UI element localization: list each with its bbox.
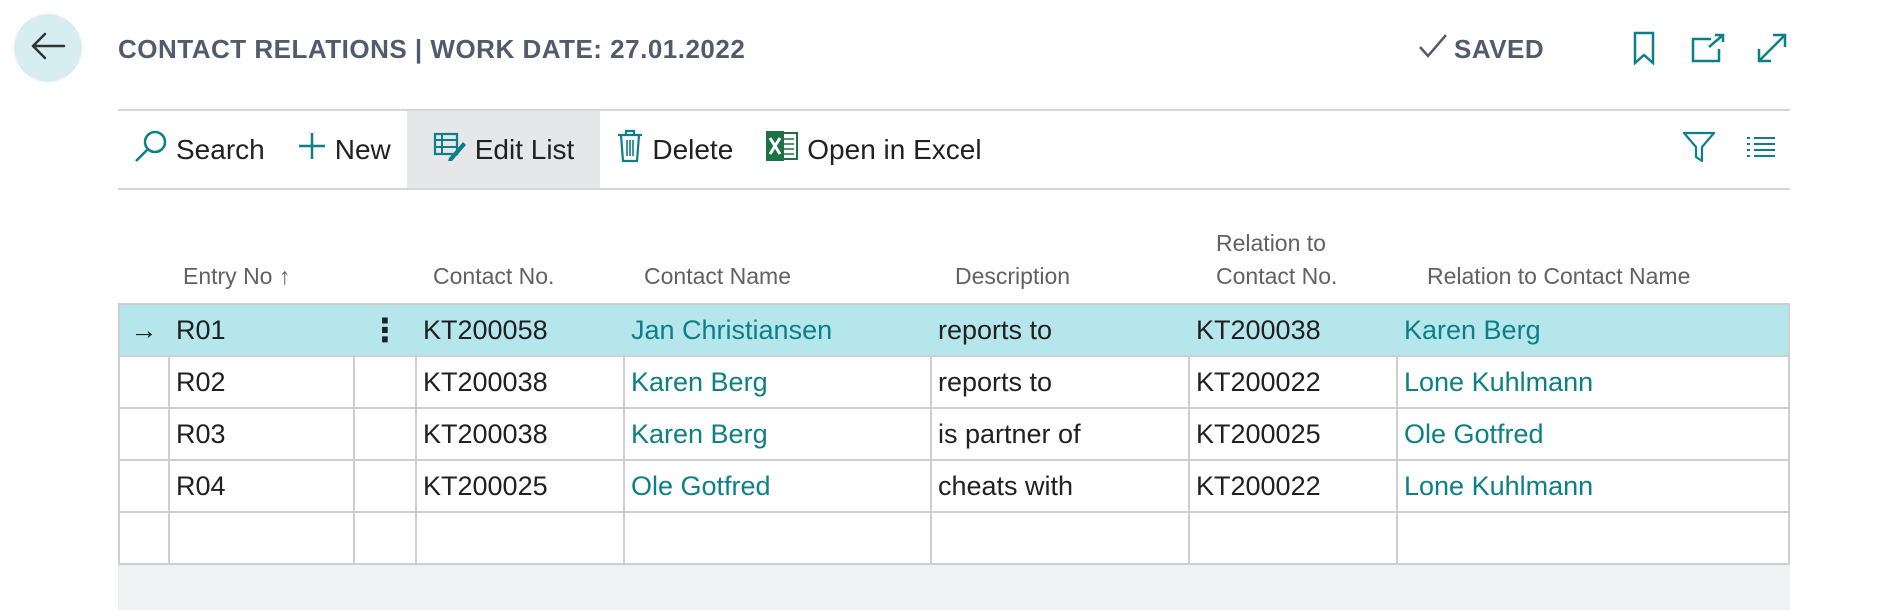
list-footer-area bbox=[118, 565, 1790, 610]
plus-icon bbox=[297, 131, 327, 168]
cell-relation-contact-no[interactable]: KT200022 bbox=[1190, 461, 1398, 511]
cell-contact-no[interactable]: KT200038 bbox=[417, 357, 625, 407]
search-icon bbox=[134, 129, 168, 170]
column-header-description[interactable]: Description bbox=[955, 260, 1070, 293]
new-label: New bbox=[334, 133, 391, 165]
cell-entry-no[interactable]: R04 bbox=[170, 461, 355, 511]
edit-list-label: Edit List bbox=[474, 133, 575, 165]
cell-contact-no[interactable]: KT200025 bbox=[417, 461, 625, 511]
delete-label: Delete bbox=[652, 133, 734, 165]
column-header-relation-contact-no[interactable]: Relation to Contact No. bbox=[1216, 227, 1337, 293]
open-in-excel-button[interactable]: Open in Excel bbox=[749, 111, 997, 188]
checkmark-icon bbox=[1418, 33, 1448, 66]
table-row[interactable]: R02 KT200038 Karen Berg reports to KT200… bbox=[120, 357, 1788, 409]
saved-label: SAVED bbox=[1454, 34, 1545, 64]
cell-relation-contact-name[interactable]: Lone Kuhlmann bbox=[1398, 357, 1788, 407]
column-header-relation-contact-name[interactable]: Relation to Contact Name bbox=[1427, 260, 1690, 293]
table-row[interactable]: → R01 ⋮ KT200058 Jan Christiansen report… bbox=[120, 305, 1788, 357]
open-in-excel-label: Open in Excel bbox=[807, 133, 982, 165]
empty-new-row[interactable] bbox=[120, 513, 1788, 565]
cell-contact-no[interactable]: KT200058 bbox=[417, 305, 625, 355]
cell-description[interactable]: is partner of bbox=[932, 409, 1190, 459]
open-new-window-icon[interactable] bbox=[1690, 30, 1726, 66]
cell-entry-no[interactable]: R01 bbox=[170, 305, 355, 355]
row-menu-icon[interactable]: ⋮ bbox=[355, 305, 417, 355]
delete-button[interactable]: Delete bbox=[600, 111, 749, 188]
saved-status: SAVED bbox=[1418, 33, 1544, 66]
search-label: Search bbox=[176, 133, 265, 165]
cell-relation-contact-no[interactable]: KT200022 bbox=[1190, 357, 1398, 407]
edit-list-button[interactable]: Edit List bbox=[406, 111, 601, 188]
cell-relation-contact-name[interactable]: Lone Kuhlmann bbox=[1398, 461, 1788, 511]
sort-ascending-icon: ↑ bbox=[278, 263, 291, 289]
page-title: CONTACT RELATIONS | WORK DATE: 27.01.202… bbox=[118, 34, 746, 64]
cell-description[interactable]: reports to bbox=[932, 305, 1190, 355]
excel-icon bbox=[765, 130, 799, 169]
column-header-entry-no[interactable]: Entry No ↑ bbox=[183, 260, 290, 293]
selected-row-arrow-icon: → bbox=[120, 305, 170, 355]
back-button[interactable] bbox=[14, 14, 82, 82]
cell-contact-name[interactable]: Karen Berg bbox=[625, 357, 932, 407]
cell-relation-contact-no[interactable]: KT200038 bbox=[1190, 305, 1398, 355]
cell-relation-contact-name[interactable]: Karen Berg bbox=[1398, 305, 1788, 355]
edit-list-icon bbox=[433, 130, 467, 169]
cell-relation-contact-name[interactable]: Ole Gotfred bbox=[1398, 409, 1788, 459]
expand-icon[interactable] bbox=[1754, 30, 1790, 66]
list-view-icon[interactable] bbox=[1746, 135, 1776, 164]
relations-table: → R01 ⋮ KT200058 Jan Christiansen report… bbox=[118, 303, 1790, 565]
cell-contact-name[interactable]: Jan Christiansen bbox=[625, 305, 932, 355]
cell-description[interactable]: cheats with bbox=[932, 461, 1190, 511]
action-toolbar: Search New Edit List Delete Open in Exce… bbox=[118, 109, 1790, 190]
column-header-contact-name[interactable]: Contact Name bbox=[644, 260, 791, 293]
cell-contact-no[interactable]: KT200038 bbox=[417, 409, 625, 459]
search-button[interactable]: Search bbox=[118, 111, 281, 188]
table-row[interactable]: R03 KT200038 Karen Berg is partner of KT… bbox=[120, 409, 1788, 461]
back-arrow-icon bbox=[30, 31, 66, 66]
cell-entry-no[interactable]: R02 bbox=[170, 357, 355, 407]
table-row[interactable]: R04 KT200025 Ole Gotfred cheats with KT2… bbox=[120, 461, 1788, 513]
cell-relation-contact-no[interactable]: KT200025 bbox=[1190, 409, 1398, 459]
cell-contact-name[interactable]: Karen Berg bbox=[625, 409, 932, 459]
cell-entry-no[interactable]: R03 bbox=[170, 409, 355, 459]
filter-icon[interactable] bbox=[1682, 130, 1716, 169]
trash-icon bbox=[616, 129, 644, 170]
cell-contact-name[interactable]: Ole Gotfred bbox=[625, 461, 932, 511]
cell-description[interactable]: reports to bbox=[932, 357, 1190, 407]
bookmark-icon[interactable] bbox=[1626, 30, 1662, 66]
new-button[interactable]: New bbox=[281, 111, 407, 188]
column-header-contact-no[interactable]: Contact No. bbox=[433, 260, 554, 293]
